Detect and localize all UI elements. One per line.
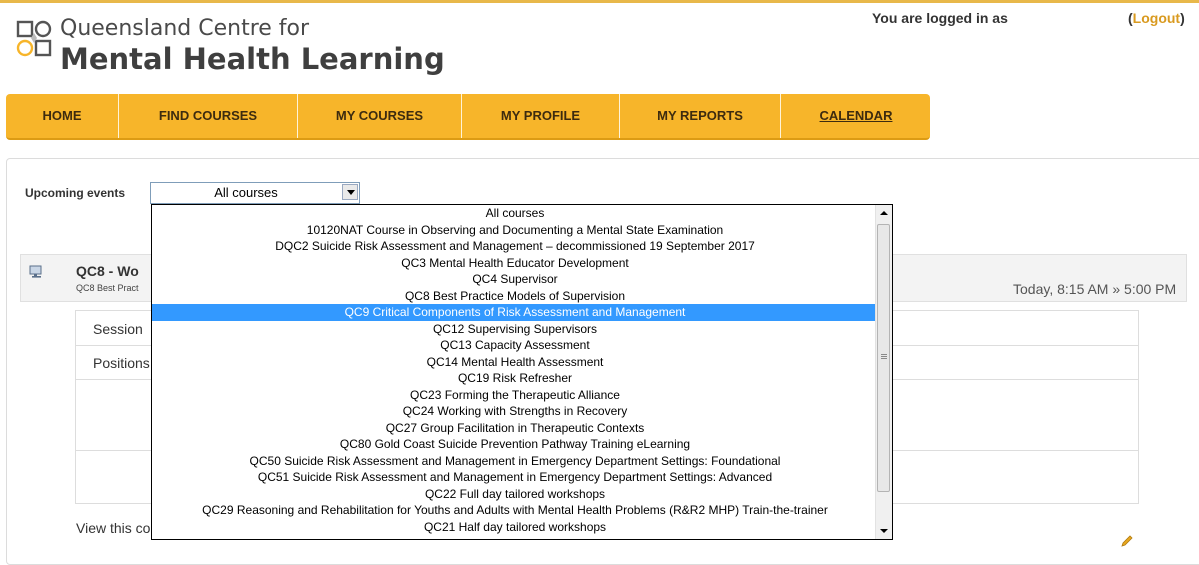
upcoming-events-label: Upcoming events (25, 186, 126, 200)
course-option[interactable]: DQC2 Suicide Risk Assessment and Managem… (152, 238, 878, 255)
logo-mark-icon (16, 20, 52, 57)
course-option[interactable]: QC12 Supervising Supervisors (152, 321, 878, 338)
course-option[interactable]: All courses (152, 205, 878, 222)
pencil-icon[interactable] (1120, 534, 1134, 548)
scrollbar-grip-icon (881, 354, 887, 355)
course-filter-value: All courses (214, 185, 278, 200)
course-dropdown-list[interactable]: All courses 10120NAT Course in Observing … (151, 204, 893, 540)
logout-link[interactable]: Logout (1133, 10, 1180, 26)
positions-row-label: Positions (93, 355, 150, 371)
monitor-icon (29, 265, 42, 278)
main-nav: HOME FIND COURSES MY COURSES MY PROFILE … (6, 94, 930, 140)
event-title[interactable]: QC8 - Wo (76, 263, 139, 279)
course-option[interactable]: QC21 Half day tailored workshops (152, 519, 878, 536)
scroll-up-arrow-icon[interactable] (876, 205, 892, 221)
nav-my-profile[interactable]: MY PROFILE (462, 94, 619, 138)
logout-paren-close: ) (1180, 10, 1185, 26)
logged-in-text: You are logged in as (872, 10, 1008, 26)
top-accent-line (0, 0, 1199, 3)
event-time-range: , 8:15 AM » 5:00 PM (1049, 281, 1177, 297)
course-option[interactable]: QC8 Best Practice Models of Supervision (152, 288, 878, 305)
course-option[interactable]: QC50 Suicide Risk Assessment and Managem… (152, 453, 878, 470)
course-option[interactable]: QC29 Reasoning and Rehabilitation for Yo… (152, 502, 878, 519)
course-option[interactable]: QC27 Group Facilitation in Therapeutic C… (152, 420, 878, 437)
course-option[interactable]: QC80 Gold Coast Suicide Prevention Pathw… (152, 436, 878, 453)
course-option[interactable]: QC24 Working with Strengths in Recovery (152, 403, 878, 420)
nav-my-reports[interactable]: MY REPORTS (620, 94, 780, 138)
scroll-down-arrow-icon[interactable] (876, 523, 892, 539)
course-filter-select[interactable]: All courses (150, 182, 360, 204)
nav-calendar[interactable]: CALENDAR (781, 94, 931, 138)
nav-home[interactable]: HOME (6, 94, 118, 138)
course-option[interactable]: QC51 Suicide Risk Assessment and Managem… (152, 469, 878, 486)
course-option[interactable]: QC23 Forming the Therapeutic Alliance (152, 387, 878, 404)
event-time-day[interactable]: Today (1013, 281, 1049, 297)
course-option[interactable]: QC19 Risk Refresher (152, 370, 878, 387)
logout-area: (Logout) (1128, 10, 1185, 26)
logo-line-1: Queensland Centre for (60, 16, 310, 41)
course-option[interactable]: QC9 Critical Components of Risk Assessme… (152, 304, 878, 321)
course-option[interactable]: QC3 Mental Health Educator Development (152, 255, 878, 272)
course-option[interactable]: QC14 Mental Health Assessment (152, 354, 878, 371)
view-this-course-text[interactable]: View this co (76, 520, 150, 536)
session-row-label: Session (93, 321, 143, 337)
dropdown-scrollbar[interactable] (875, 205, 892, 539)
scrollbar-thumb[interactable] (877, 224, 890, 492)
course-option[interactable]: 10120NAT Course in Observing and Documen… (152, 222, 878, 239)
nav-my-courses[interactable]: MY COURSES (298, 94, 461, 138)
dropdown-arrow-icon[interactable] (342, 184, 358, 200)
nav-find-courses[interactable]: FIND COURSES (119, 94, 297, 138)
course-option[interactable]: QC13 Capacity Assessment (152, 337, 878, 354)
event-time: Today, 8:15 AM » 5:00 PM (1013, 281, 1176, 297)
logo-line-2: Mental Health Learning (60, 42, 445, 76)
event-subtitle: QC8 Best Pract (76, 283, 139, 293)
course-option[interactable]: QC4 Supervisor (152, 271, 878, 288)
course-option[interactable]: QC22 Full day tailored workshops (152, 486, 878, 503)
